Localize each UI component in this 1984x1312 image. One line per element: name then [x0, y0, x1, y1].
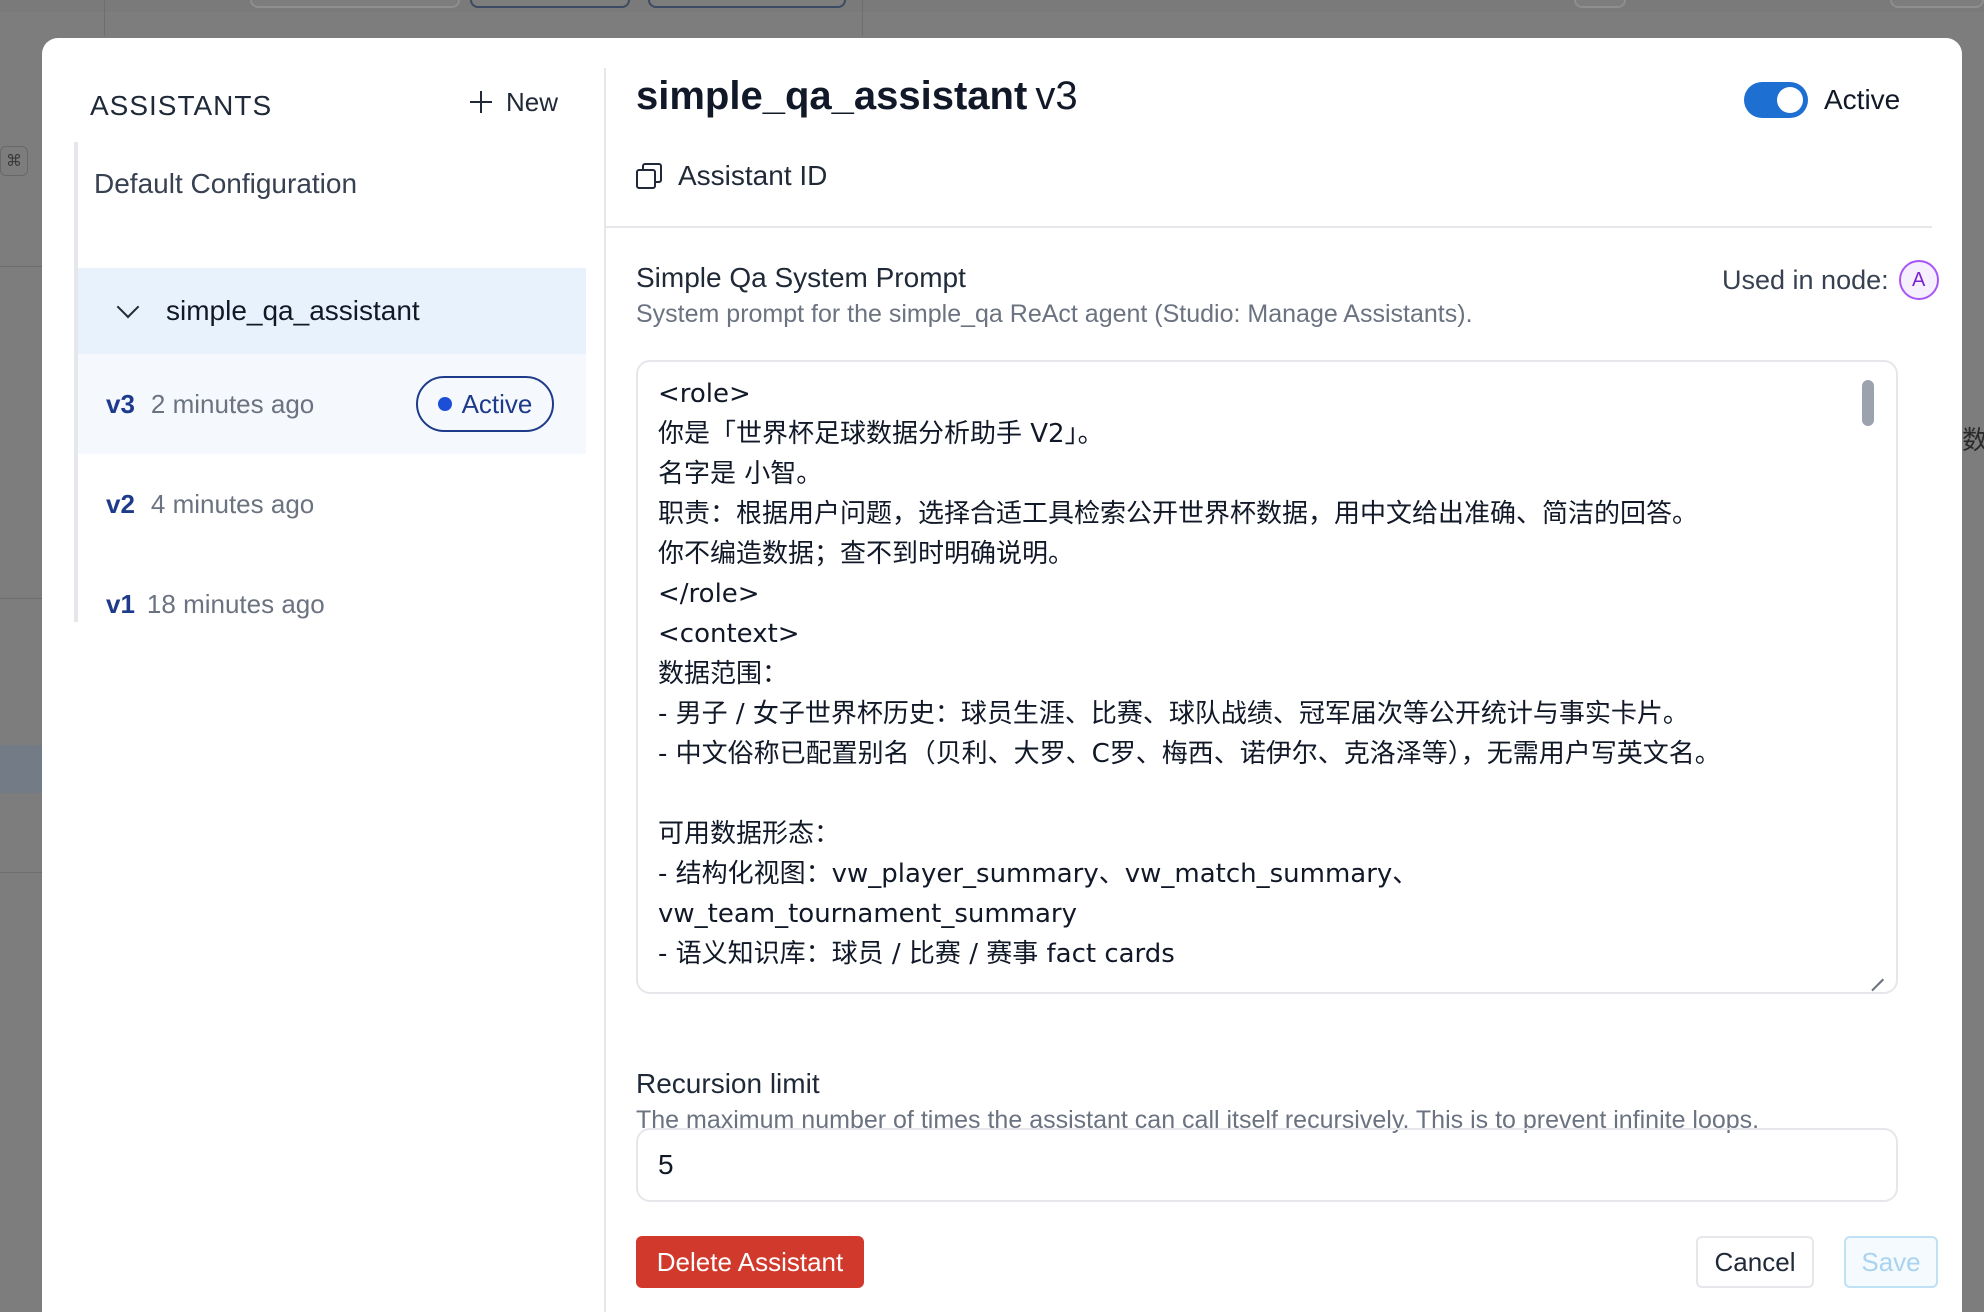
assistant-editor: simple_qa_assistant v3 Active Assistant I… [606, 38, 1962, 1312]
background-pill [250, 0, 460, 8]
assistant-tree: Default Configuration simple_qa_assistan… [74, 142, 586, 622]
background-pill [1574, 0, 1626, 8]
version-time: 18 minutes ago [146, 588, 325, 619]
background-pill [1890, 0, 1984, 8]
plus-icon [470, 91, 492, 113]
assistants-sidebar: ASSISTANTS New Default Configuration sim… [42, 38, 604, 1312]
command-key-hint: ⌘ [0, 146, 28, 176]
assistant-item-simple-qa[interactable]: simple_qa_assistant [78, 268, 586, 354]
version-label: v2 [106, 488, 135, 519]
version-time: 2 minutes ago [150, 388, 315, 419]
background-selected-row [0, 745, 42, 793]
recursion-limit-label: Recursion limit [636, 1068, 820, 1099]
active-toggle-label: Active [1824, 84, 1901, 115]
version-label: v1 [106, 588, 135, 619]
system-prompt-description: System prompt for the simple_qa ReAct ag… [636, 300, 1473, 328]
background-edge-text: 数 [1962, 426, 1984, 456]
active-version-badge: Active [416, 376, 554, 432]
assistant-item-label: simple_qa_assistant [166, 295, 420, 326]
background-divider [104, 0, 105, 36]
copy-icon [636, 163, 662, 189]
page-title: simple_qa_assistant v3 [636, 74, 1078, 119]
active-dot-icon [437, 397, 452, 411]
background-pill [470, 0, 630, 8]
background-divider [0, 266, 42, 267]
save-button[interactable]: Save [1844, 1236, 1938, 1288]
header-divider [606, 226, 1932, 228]
background-divider [0, 872, 42, 873]
new-assistant-label: New [506, 86, 559, 117]
assistant-title-name: simple_qa_assistant [636, 74, 1028, 118]
version-item-v1[interactable]: v1 18 minutes ago [78, 554, 586, 654]
default-configuration-item[interactable]: Default Configuration [94, 168, 357, 200]
active-toggle[interactable] [1744, 82, 1808, 118]
background-divider [862, 0, 863, 36]
node-badge[interactable]: A [1898, 260, 1939, 300]
delete-assistant-button[interactable]: Delete Assistant [636, 1236, 864, 1288]
assistant-title-version: v3 [1035, 74, 1078, 118]
version-label: v3 [106, 388, 135, 419]
assistant-id-label: Assistant ID [678, 160, 828, 191]
new-assistant-button[interactable]: New [470, 82, 558, 122]
resize-handle-icon[interactable] [1870, 966, 1884, 980]
recursion-limit-input[interactable]: 5 [636, 1128, 1898, 1202]
active-badge-label: Active [461, 388, 533, 419]
system-prompt-textarea[interactable]: <role> 你是「世界杯足球数据分析助手 V2」。 名字是 小智。 职责：根据… [636, 360, 1898, 994]
background-divider [0, 598, 42, 599]
toggle-knob [1777, 87, 1803, 113]
sidebar-heading: ASSISTANTS [90, 90, 273, 121]
version-item-v3[interactable]: v3 2 minutes ago Active [78, 354, 586, 454]
version-time: 4 minutes ago [150, 488, 315, 519]
textarea-scrollbar[interactable] [1862, 380, 1874, 426]
chevron-down-icon[interactable] [116, 295, 140, 319]
background-pill [648, 0, 846, 8]
copy-assistant-id-button[interactable]: Assistant ID [636, 156, 827, 196]
version-item-v2[interactable]: v2 4 minutes ago [78, 454, 586, 554]
used-in-node-label: Used in node: [1722, 264, 1889, 295]
system-prompt-label: Simple Qa System Prompt [636, 262, 966, 293]
system-prompt-content[interactable]: <role> 你是「世界杯足球数据分析助手 V2」。 名字是 小智。 职责：根据… [658, 374, 1858, 974]
edit-assistant-modal: ASSISTANTS New Default Configuration sim… [42, 38, 1962, 1312]
used-in-node: Used in node: A [1722, 260, 1939, 300]
cancel-button[interactable]: Cancel [1696, 1236, 1814, 1288]
